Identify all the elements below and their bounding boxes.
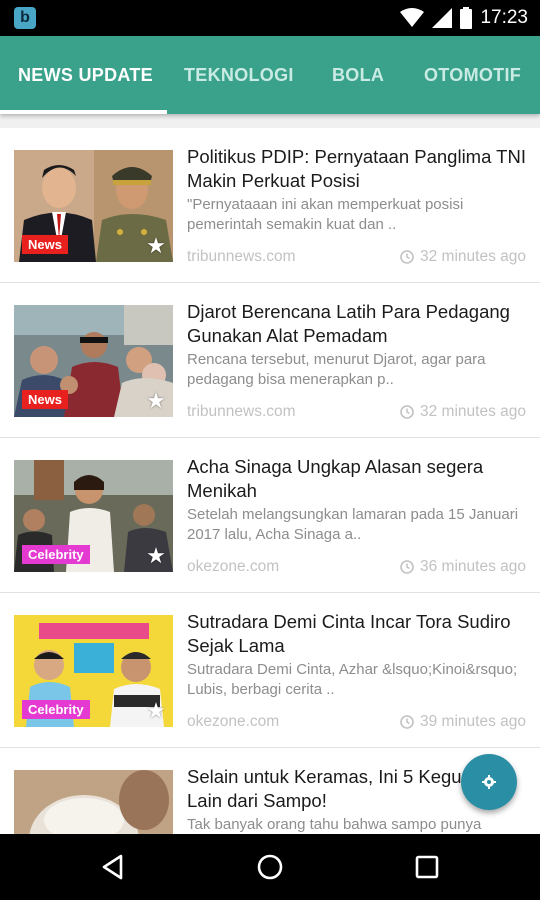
category-tab-bar: NEWS UPDATE TEKNOLOGI BOLA OTOMOTIF	[0, 36, 540, 114]
wifi-icon	[400, 8, 425, 27]
clock-icon	[400, 250, 414, 264]
bookmark-star-icon[interactable]: ★	[145, 545, 167, 567]
article-time-label: 39 minutes ago	[420, 713, 526, 730]
article-title[interactable]: Politikus PDIP: Pernyataan Panglima TNI …	[187, 145, 532, 193]
article-title[interactable]: Acha Sinaga Ungkap Alasan segera Menikah	[187, 455, 532, 503]
article-source: tribunnews.com	[187, 403, 296, 420]
article-card[interactable]: News ★ Politikus PDIP: Pernyataan Pangli…	[0, 128, 540, 283]
article-card[interactable]: Selain untuk Keramas, Ini 5 Kegunaan Lai…	[0, 748, 540, 834]
status-icons: 17:23	[400, 0, 528, 36]
article-thumbnail: Celebrity ★	[14, 460, 173, 572]
article-time: 32 minutes ago	[400, 248, 526, 266]
article-time: 32 minutes ago	[400, 403, 526, 421]
clock-icon	[400, 715, 414, 729]
category-badge: News	[22, 390, 68, 409]
article-title[interactable]: Sutradara Demi Cinta Incar Tora Sudiro S…	[187, 610, 532, 658]
clock-time: 17:23	[480, 7, 528, 28]
article-thumbnail: Celebrity ★	[14, 615, 173, 727]
category-badge: Celebrity	[22, 700, 90, 719]
active-tab-indicator	[0, 110, 167, 114]
tab-otomotif[interactable]: OTOMOTIF	[424, 36, 521, 114]
settings-icon	[482, 775, 496, 789]
article-source: okezone.com	[187, 713, 280, 730]
app-notification-icon: b	[14, 7, 36, 29]
article-source: okezone.com	[187, 558, 280, 575]
article-card[interactable]: News ★ Djarot Berencana Latih Para Pedag…	[0, 283, 540, 438]
article-list: News ★ Politikus PDIP: Pernyataan Pangli…	[0, 128, 540, 834]
article-description: Tak banyak orang tahu bahwa sampo punya	[187, 816, 482, 833]
tab-bola[interactable]: BOLA	[332, 36, 384, 114]
news-feed[interactable]: News ★ Politikus PDIP: Pernyataan Pangli…	[0, 114, 540, 834]
article-time-label: 32 minutes ago	[420, 403, 526, 420]
tab-news-update[interactable]: NEWS UPDATE	[18, 36, 153, 114]
system-navigation-bar	[0, 834, 540, 900]
bookmark-star-icon[interactable]: ★	[145, 700, 167, 722]
article-time: 36 minutes ago	[400, 558, 526, 576]
clock-icon	[400, 405, 414, 419]
article-thumbnail	[14, 770, 173, 834]
article-time: 39 minutes ago	[400, 713, 526, 731]
article-time-label: 32 minutes ago	[420, 248, 526, 265]
article-description: Sutradara Demi Cinta, Azhar &lsquo;Kinoi…	[187, 661, 518, 698]
category-badge: News	[22, 235, 68, 254]
article-thumbnail: News ★	[14, 150, 173, 262]
article-description: Rencana tersebut, menurut Djarot, agar p…	[187, 351, 486, 388]
article-title[interactable]: Djarot Berencana Latih Para Pedagang Gun…	[187, 300, 532, 348]
clock-icon	[400, 560, 414, 574]
article-description: "Pernyataaan ini akan memperkuat posisi …	[187, 196, 464, 233]
article-thumbnail: News ★	[14, 305, 173, 417]
status-bar: b 17:23	[0, 0, 540, 36]
bookmark-star-icon[interactable]: ★	[145, 390, 167, 412]
back-icon[interactable]	[97, 851, 129, 883]
settings-fab-button[interactable]	[461, 754, 517, 810]
article-description: Setelah melangsungkan lamaran pada 15 Ja…	[187, 506, 519, 543]
tab-teknologi[interactable]: TEKNOLOGI	[184, 36, 294, 114]
article-card[interactable]: Celebrity ★ Acha Sinaga Ungkap Alasan se…	[0, 438, 540, 593]
home-icon[interactable]	[254, 851, 286, 883]
bookmark-star-icon[interactable]: ★	[145, 235, 167, 257]
article-time-label: 36 minutes ago	[420, 558, 526, 575]
category-badge: Celebrity	[22, 545, 90, 564]
battery-icon	[460, 7, 473, 29]
signal-icon	[432, 8, 453, 28]
article-source: tribunnews.com	[187, 248, 296, 265]
recents-icon[interactable]	[411, 851, 443, 883]
article-card[interactable]: Celebrity ★ Sutradara Demi Cinta Incar T…	[0, 593, 540, 748]
